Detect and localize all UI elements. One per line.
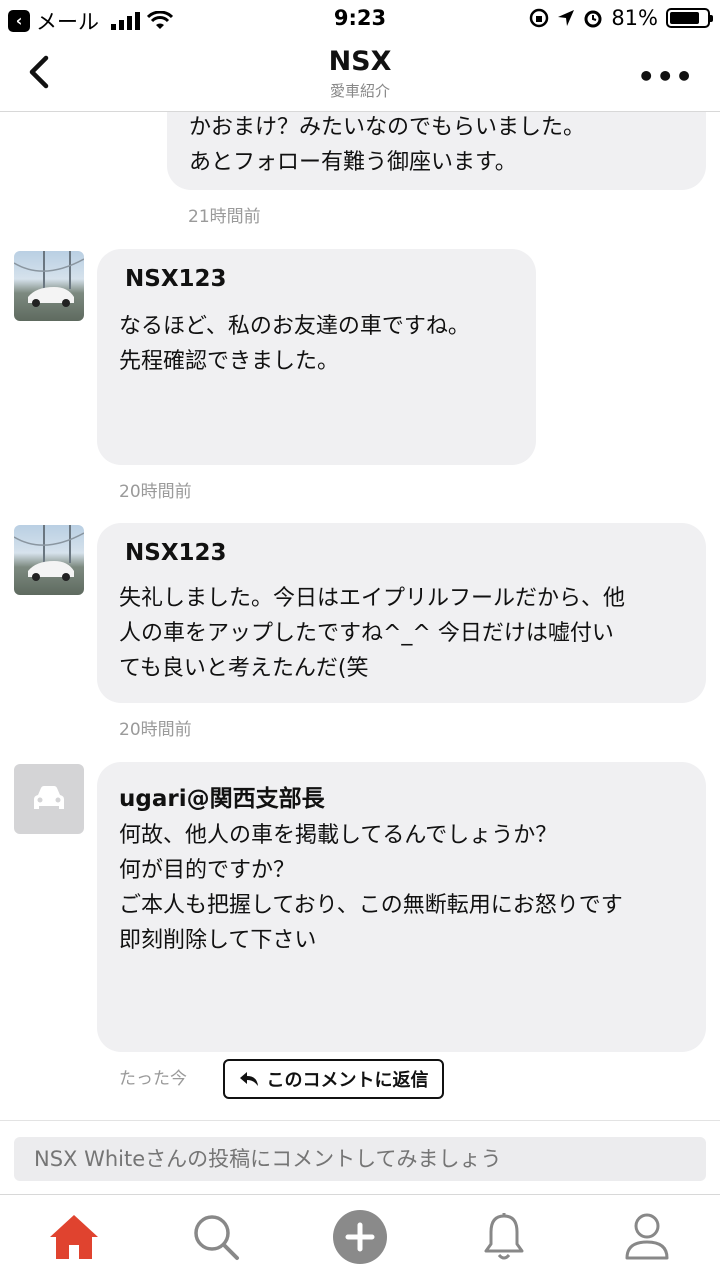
car-photo-icon (14, 251, 84, 307)
comment-text: かおまけ？みたいなのでもらいました。 あとフォロー有難う御座います。 (189, 115, 586, 175)
comment-time: 20時間前 (119, 720, 192, 740)
alarm-icon (584, 10, 602, 28)
search-icon (194, 1215, 239, 1260)
profile-icon (625, 1213, 669, 1260)
battery-icon (666, 8, 713, 28)
status-bar: ‹ メール 9:23 81% (0, 0, 720, 38)
default-car-icon (34, 786, 64, 809)
comment-time: 21時間前 (188, 207, 261, 227)
reply-button-label: このコメントに返信 (266, 1070, 429, 1091)
home-icon (50, 1215, 98, 1259)
comment-list: かおまけ？みたいなのでもらいました。 あとフォロー有難う御座います。 21時間前… (0, 112, 720, 1120)
car-photo-icon (14, 525, 84, 581)
comment-author[interactable]: NSX123 (125, 540, 227, 566)
reply-arrow-icon (239, 1072, 258, 1086)
comment-bubble: ugari@関西支部長 何故、他人の車を掲載してるんでしょうか？ 何が目的ですか… (97, 762, 706, 1052)
orientation-lock-icon (530, 8, 549, 28)
user-avatar[interactable] (14, 251, 84, 321)
nav-bar: NSX 愛車紹介 ••• (0, 38, 720, 112)
battery-level (670, 12, 700, 24)
tab-home[interactable] (44, 1209, 104, 1265)
plus-icon (333, 1210, 387, 1264)
tab-post[interactable] (330, 1209, 390, 1265)
user-avatar[interactable] (14, 764, 84, 834)
location-icon (558, 10, 575, 26)
user-avatar[interactable] (14, 525, 84, 595)
page-subtitle: 愛車紹介 (329, 82, 390, 100)
comment-time: たった今 (119, 1069, 187, 1089)
comment-author[interactable]: NSX123 (125, 266, 227, 292)
comment-author[interactable]: ugari@関西支部長 (119, 779, 325, 813)
bell-icon (484, 1213, 524, 1260)
comment-time: 20時間前 (119, 482, 192, 502)
comment-bubble: かおまけ？みたいなのでもらいました。 あとフォロー有難う御座います。 (167, 112, 706, 190)
battery-percent: 81% (611, 6, 658, 30)
comment-text: なるほど、私のお友達の車ですね。 先程確認できました。 (119, 314, 470, 374)
comment-bubble: NSX123 なるほど、私のお友達の車ですね。 先程確認できました。 (97, 249, 536, 465)
reply-button[interactable]: このコメントに返信 (223, 1059, 444, 1099)
tab-search[interactable] (186, 1209, 246, 1265)
tab-profile[interactable] (617, 1209, 677, 1265)
comment-bubble: NSX123 失礼しました。今日はエイプリルフールだから、他 人の車をアップした… (97, 523, 706, 703)
comment-composer (0, 1120, 720, 1194)
page-title: NSX (328, 46, 392, 77)
comment-text: 何故、他人の車を掲載してるんでしょうか？ 何が目的ですか？ ご本人も把握しており… (119, 823, 623, 953)
comment-input[interactable] (14, 1137, 706, 1181)
more-options-icon[interactable]: ••• (637, 60, 694, 93)
comment-text: 失礼しました。今日はエイプリルフールだから、他 人の車をアップしたですね^_^ … (119, 586, 626, 681)
tab-bar (0, 1194, 720, 1280)
tab-notifications[interactable] (474, 1209, 534, 1265)
